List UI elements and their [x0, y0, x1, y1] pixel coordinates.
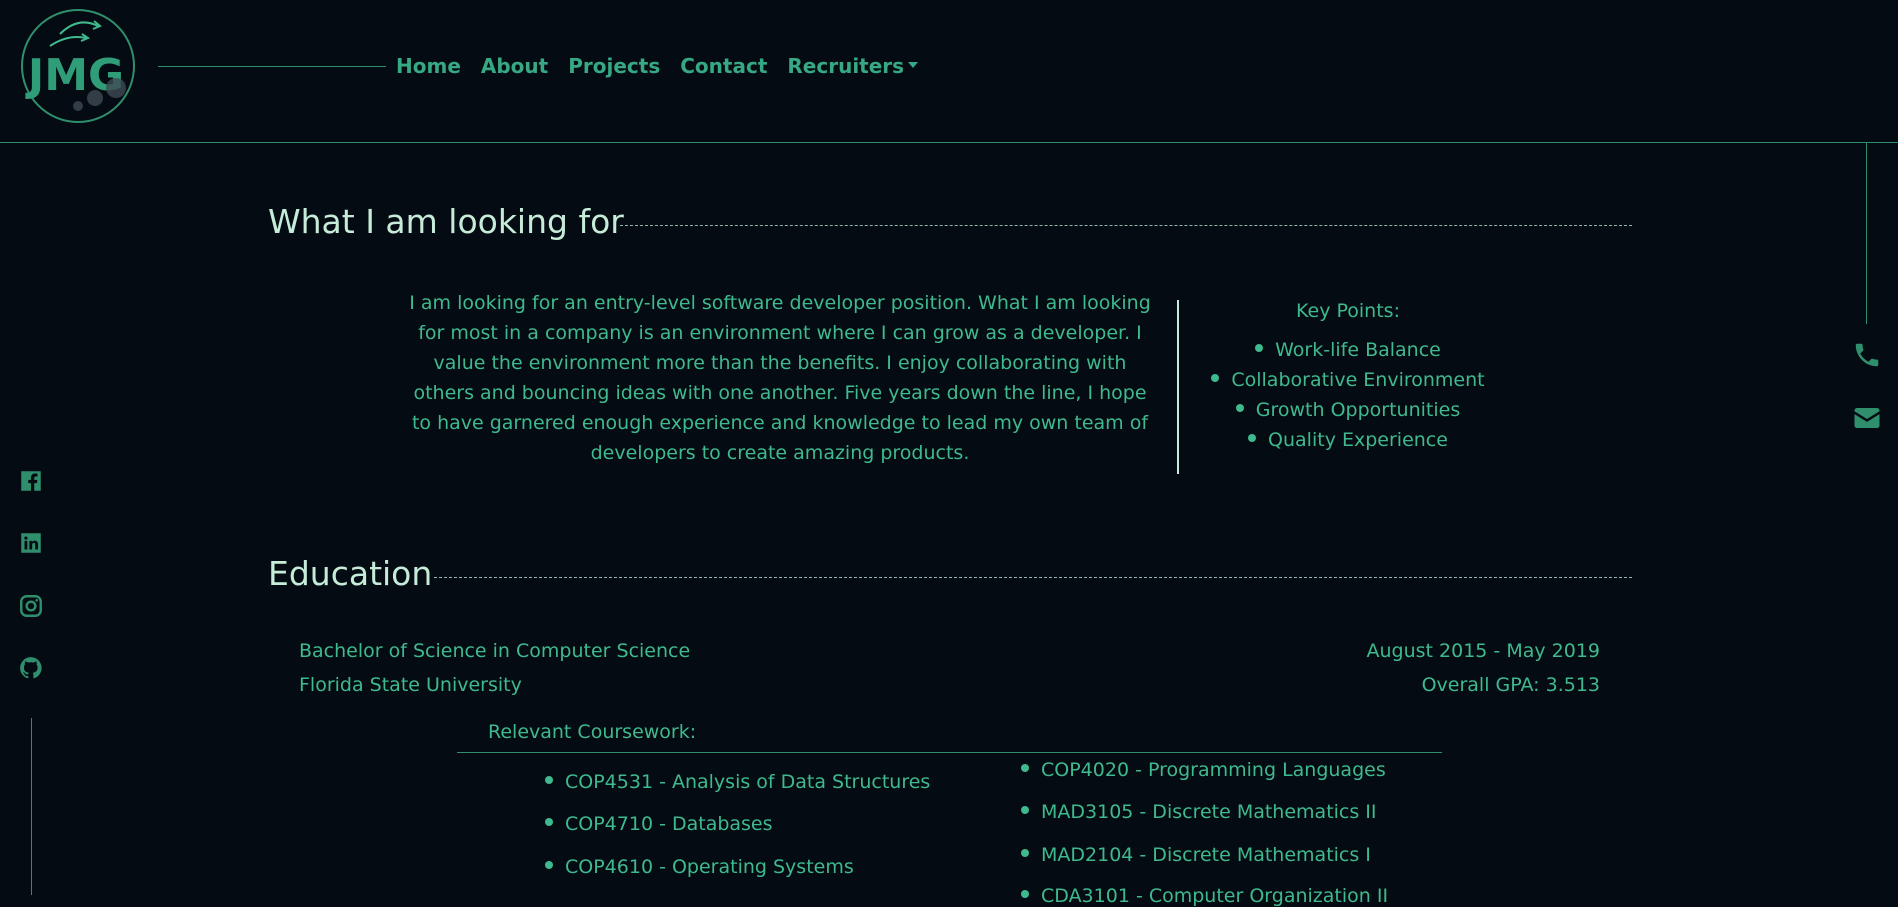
nav-divider-line: [158, 66, 386, 67]
nav-projects[interactable]: Projects: [568, 54, 660, 78]
education-dotted-rule: [434, 577, 1632, 578]
list-item: MAD3105 - Discrete Mathematics II: [1021, 801, 1377, 823]
coursework-underline: [457, 752, 1442, 753]
bullet-icon: [1255, 343, 1264, 352]
bullet-icon: [1211, 373, 1220, 382]
list-item: COP4531 - Analysis of Data Structures: [545, 771, 930, 793]
site-header: JMG Home About Projects Contact Recruite…: [0, 0, 1898, 143]
list-item: MAD2104 - Discrete Mathematics I: [1021, 844, 1371, 866]
phone-icon[interactable]: [1852, 340, 1882, 370]
nav-home[interactable]: Home: [396, 54, 461, 78]
bullet-icon: [545, 775, 553, 784]
bullet-icon: [1021, 805, 1029, 814]
list-item: CDA3101 - Computer Organization II: [1021, 885, 1388, 907]
bullet-icon: [545, 817, 553, 826]
key-points-list: Work-life Balance Collaborative Environm…: [1188, 335, 1508, 455]
nav-about[interactable]: About: [481, 54, 548, 78]
looking-for-dotted-rule: [620, 225, 1632, 226]
main-nav: Home About Projects Contact Recruiters: [396, 54, 919, 78]
education-heading: Education: [268, 554, 433, 593]
gpa-text: Overall GPA: 3.513: [1421, 674, 1600, 696]
logo[interactable]: JMG: [20, 8, 136, 124]
envelope-icon[interactable]: [1852, 403, 1882, 433]
bullet-icon: [1021, 763, 1029, 772]
list-item: Collaborative Environment: [1188, 365, 1508, 395]
bullet-icon: [1235, 403, 1244, 412]
list-item: Growth Opportunities: [1188, 395, 1508, 425]
bullet-icon: [1021, 889, 1029, 898]
list-item: COP4710 - Databases: [545, 813, 773, 835]
list-item: COP4020 - Programming Languages: [1021, 759, 1386, 781]
looking-for-heading: What I am looking for: [268, 202, 624, 241]
coursework-label: Relevant Coursework:: [488, 721, 697, 743]
instagram-icon[interactable]: [18, 593, 44, 619]
bullet-icon: [1021, 848, 1029, 857]
key-points-divider: [1177, 300, 1179, 474]
nav-contact[interactable]: Contact: [680, 54, 767, 78]
github-icon[interactable]: [18, 655, 44, 681]
left-vertical-line: [31, 718, 32, 895]
linkedin-icon[interactable]: [18, 530, 44, 556]
education-dates: August 2015 - May 2019: [1366, 640, 1601, 662]
school-text: Florida State University: [299, 674, 522, 696]
chevron-down-icon: [908, 61, 919, 68]
list-item: COP4610 - Operating Systems: [545, 856, 854, 878]
bullet-icon: [545, 860, 553, 869]
bullet-icon: [1248, 433, 1257, 442]
nav-recruiters-dropdown[interactable]: Recruiters: [787, 54, 919, 78]
looking-for-paragraph: I am looking for an entry-level software…: [409, 292, 1151, 464]
list-item: Quality Experience: [1188, 425, 1508, 455]
nav-recruiters-label: Recruiters: [787, 54, 905, 78]
degree-text: Bachelor of Science in Computer Science: [299, 640, 691, 662]
logo-icon: JMG: [21, 9, 135, 123]
list-item: Work-life Balance: [1188, 335, 1508, 365]
right-vertical-line: [1866, 142, 1867, 324]
facebook-icon[interactable]: [18, 468, 44, 494]
key-points-title: Key Points:: [1296, 300, 1400, 322]
